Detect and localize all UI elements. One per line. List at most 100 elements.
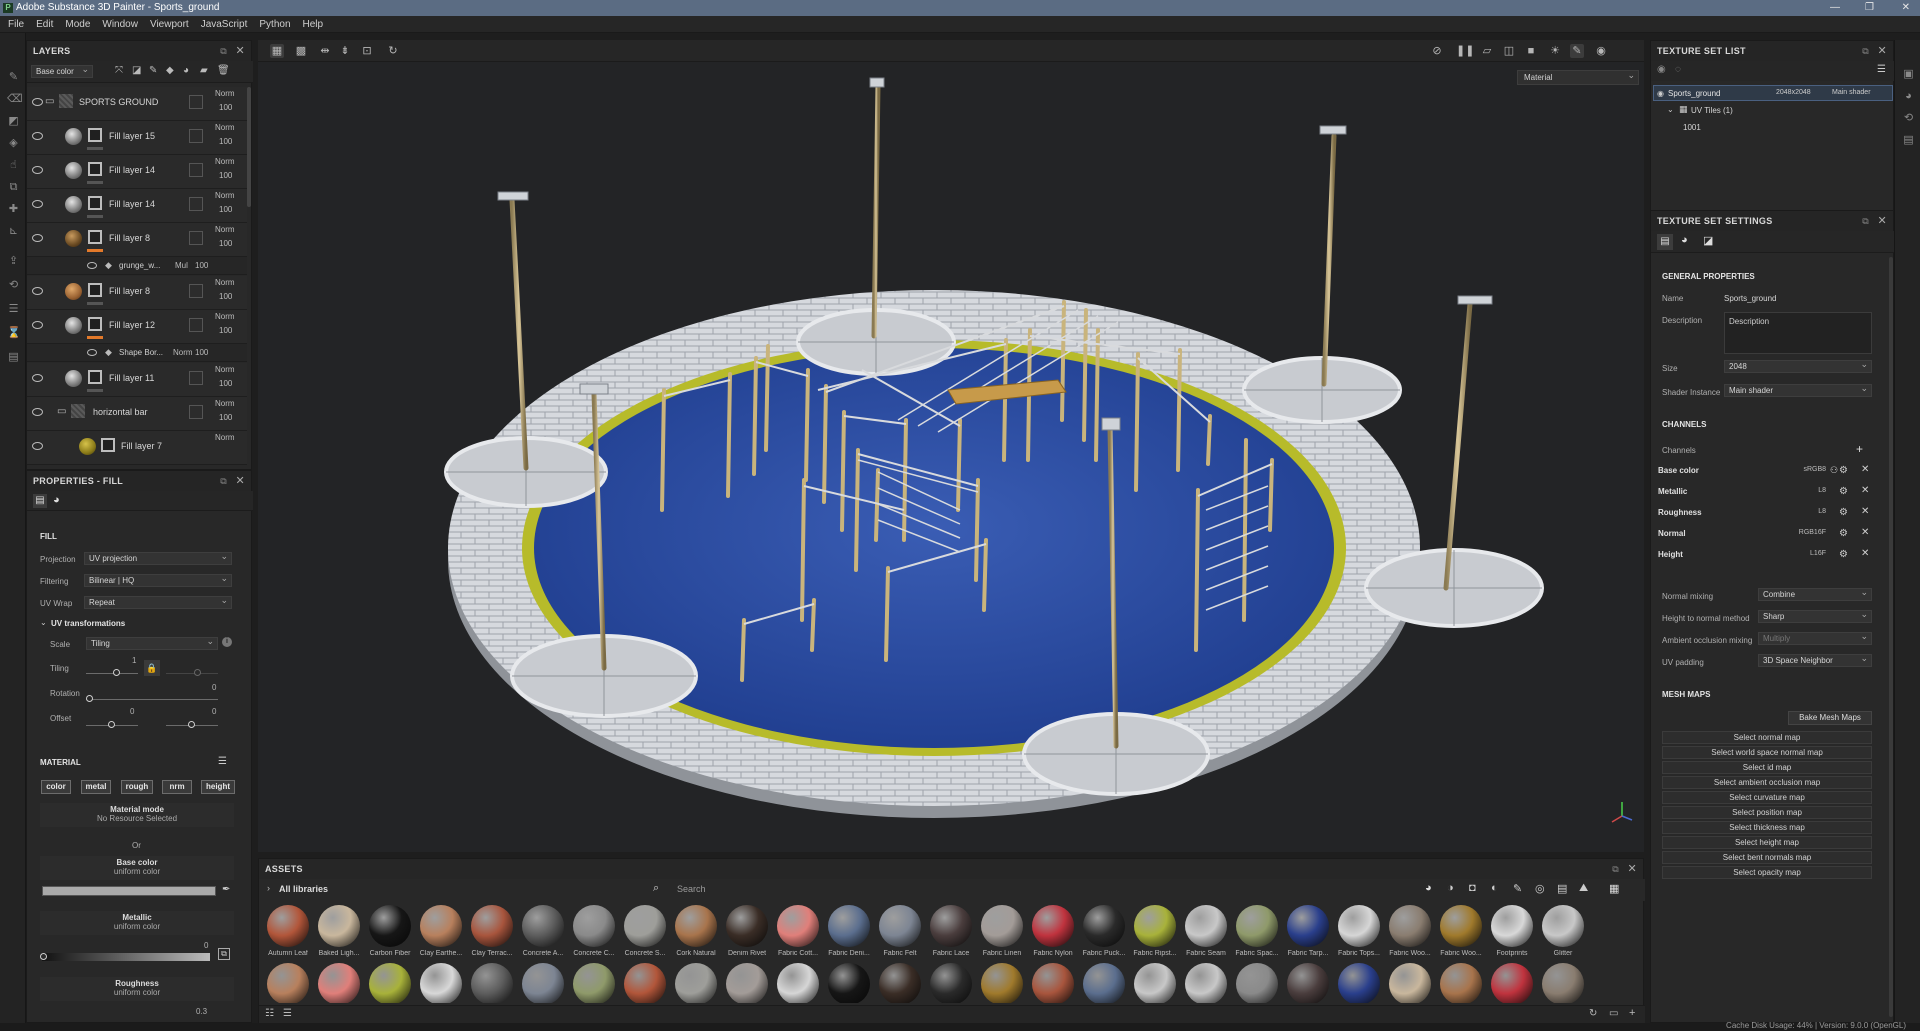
asset-thumbnail[interactable]: [420, 963, 462, 1003]
asset-thumbnail[interactable]: [675, 963, 717, 1003]
layer-row[interactable]: Fill layer 14 Norm 100: [27, 155, 247, 189]
blend-mode-select[interactable]: Norm: [215, 278, 235, 287]
save-icon[interactable]: ▭: [1609, 1008, 1618, 1019]
chip-height[interactable]: height: [201, 780, 235, 794]
normal-mixing-select[interactable]: Combine: [1758, 587, 1872, 601]
shader-instance-select[interactable]: Main shader: [1724, 383, 1872, 397]
asset-thumbnail[interactable]: [1134, 905, 1176, 947]
remove-channel-icon[interactable]: ✕: [1861, 485, 1869, 496]
add-paint-layer-icon[interactable]: ✎: [149, 65, 157, 76]
asset-thumbnail[interactable]: [828, 963, 870, 1003]
hide-icon[interactable]: ⊘: [1430, 44, 1444, 58]
metallic-slot[interactable]: Metallic uniform color: [40, 911, 234, 935]
channel-format[interactable]: L8: [1784, 508, 1826, 515]
asset-thumbnail[interactable]: [318, 905, 360, 947]
uv-transformations-heading[interactable]: UV transformations: [51, 619, 125, 628]
chip-metal[interactable]: metal: [81, 780, 111, 794]
channel-format[interactable]: RGB16F: [1784, 529, 1826, 536]
layer-mask-icon[interactable]: [88, 196, 102, 210]
ao-mixing-select[interactable]: Multiply: [1758, 631, 1872, 645]
projection-select[interactable]: UV projection: [84, 551, 232, 565]
asset-thumbnail[interactable]: [1491, 963, 1533, 1003]
projection-icon[interactable]: ◩: [7, 115, 20, 128]
remove-channel-icon[interactable]: ✕: [1861, 527, 1869, 538]
symmetry-icon[interactable]: ⇹: [318, 44, 332, 58]
asset-thumbnail[interactable]: [369, 905, 411, 947]
asset-thumbnail[interactable]: [1185, 963, 1227, 1003]
asset-thumbnail[interactable]: [1389, 963, 1431, 1003]
asset-thumbnail[interactable]: [420, 905, 462, 947]
measure-icon[interactable]: ⊾: [7, 225, 20, 238]
filter-materials-icon[interactable]: ◕: [1425, 882, 1432, 894]
size-select[interactable]: 2048: [1724, 359, 1872, 373]
chip-color[interactable]: color: [41, 780, 71, 794]
layer-row[interactable]: Fill layer 11 Norm 100: [27, 363, 247, 397]
search-input[interactable]: Search: [677, 884, 706, 894]
asset-thumbnail[interactable]: [1338, 963, 1380, 1003]
blend-mode-select[interactable]: Norm: [215, 225, 235, 234]
select-position-map-button[interactable]: Select position map: [1662, 806, 1872, 819]
display-settings-icon[interactable]: ☰: [7, 303, 20, 316]
asset-thumbnail[interactable]: [267, 905, 309, 947]
tab-material-icon[interactable]: ◕: [53, 494, 60, 506]
maximize-icon[interactable]: ❐: [1865, 0, 1874, 16]
visibility-eye-icon[interactable]: [87, 349, 97, 356]
bake-icon[interactable]: ⟲: [7, 279, 20, 292]
opacity-value[interactable]: 100: [219, 205, 232, 214]
blend-mode-select[interactable]: Norm: [215, 399, 235, 408]
blend-mode-select[interactable]: Norm: [215, 191, 235, 200]
select-bent-normals-map-button[interactable]: Select bent normals map: [1662, 851, 1872, 864]
material-mode-slot[interactable]: Material mode No Resource Selected: [40, 803, 234, 827]
view-2d-icon[interactable]: ▱: [1480, 44, 1494, 58]
layer-mask-icon[interactable]: [88, 283, 102, 297]
channel-row[interactable]: Metallic L8 ⚙ ✕: [1654, 483, 1882, 501]
visibility-eye-icon[interactable]: [32, 321, 43, 329]
refresh-icon[interactable]: ↻: [1589, 1008, 1597, 1019]
layer-row[interactable]: Fill layer 14 Norm 100: [27, 189, 247, 223]
asset-thumbnail[interactable]: [1287, 963, 1329, 1003]
layer-row[interactable]: Fill layer 15 Norm 100: [27, 121, 247, 155]
select-opacity-map-button[interactable]: Select opacity map: [1662, 866, 1872, 879]
visibility-eye-icon[interactable]: [32, 408, 43, 416]
blend-mode-select[interactable]: Norm: [215, 433, 235, 442]
visibility-eye-icon[interactable]: [32, 234, 43, 242]
light-icon[interactable]: ☀: [1548, 44, 1562, 58]
blend-mode-select[interactable]: Norm: [215, 123, 235, 132]
clone-icon[interactable]: ⧉: [7, 181, 20, 194]
layer-mask-icon[interactable]: [88, 230, 102, 244]
asset-thumbnail[interactable]: [522, 963, 564, 1003]
layer-row[interactable]: Fill layer 8 Norm 100: [27, 276, 247, 310]
undock-icon[interactable]: ⧉: [1612, 859, 1619, 879]
layer-row[interactable]: Fill layer 12 Norm 100: [27, 310, 247, 344]
asset-thumbnail[interactable]: [624, 963, 666, 1003]
asset-thumbnail[interactable]: [1491, 905, 1533, 947]
add-channel-icon[interactable]: +: [1856, 442, 1863, 456]
add-effect-icon[interactable]: ⤧: [115, 65, 123, 76]
layer-row-folder[interactable]: ▭ horizontal bar Norm 100: [27, 397, 247, 431]
paint-brush-icon[interactable]: ✎: [7, 71, 20, 84]
opacity-value[interactable]: 100: [219, 171, 232, 180]
close-panel-icon[interactable]: ✕: [1877, 41, 1887, 61]
visibility-eye-icon[interactable]: [87, 262, 97, 269]
minimize-icon[interactable]: —: [1830, 0, 1840, 16]
grid-view-icon[interactable]: ▦: [1609, 882, 1619, 895]
tiling-slider-knob[interactable]: [113, 669, 120, 676]
offset-v-value[interactable]: 0: [212, 707, 216, 716]
frame-icon[interactable]: ⊡: [360, 44, 374, 58]
description-field[interactable]: Description: [1724, 312, 1872, 354]
undock-icon[interactable]: ⧉: [1862, 41, 1869, 61]
channel-row[interactable]: Height L16F ⚙ ✕: [1654, 546, 1882, 564]
asset-thumbnail[interactable]: [1287, 905, 1329, 947]
blend-mode-select[interactable]: Norm: [215, 89, 235, 98]
hide-toggle-icon[interactable]: ◌: [1675, 64, 1681, 75]
menu-javascript[interactable]: JavaScript: [201, 16, 248, 33]
effect-opacity[interactable]: 100: [195, 348, 208, 357]
menu-file[interactable]: File: [8, 16, 24, 33]
channel-settings-icon[interactable]: ⚙: [1839, 486, 1848, 497]
asset-thumbnail[interactable]: [1389, 905, 1431, 947]
channel-row[interactable]: Base color sRGB8 ⚇ ⚙ ✕: [1654, 462, 1882, 480]
asset-thumbnail[interactable]: [1032, 905, 1074, 947]
layer-mask-icon[interactable]: [88, 317, 102, 331]
brush-view-icon[interactable]: ✎: [1570, 44, 1584, 58]
filter-brushes-icon[interactable]: ✎: [1513, 882, 1522, 895]
